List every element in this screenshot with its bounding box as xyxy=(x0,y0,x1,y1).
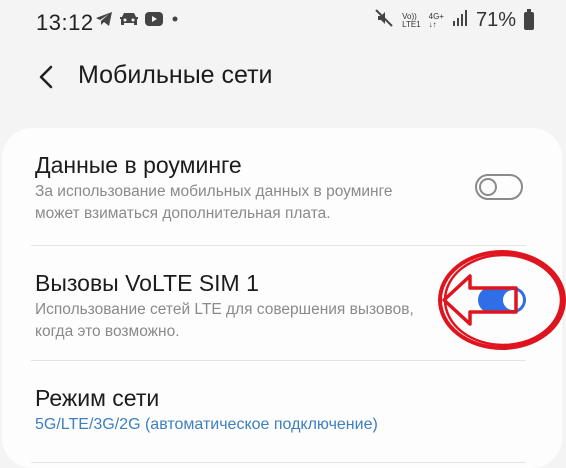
roaming-toggle[interactable] xyxy=(475,174,523,200)
settings-card: Данные в роуминге За использование мобил… xyxy=(2,128,562,468)
telegram-icon xyxy=(95,11,113,32)
car-icon xyxy=(119,11,139,32)
setting-description: За использование мобильных данных в роум… xyxy=(35,183,393,222)
setting-title: Режим сети xyxy=(35,385,160,411)
network-type-indicator: 4G+ ↓↑ xyxy=(428,11,444,29)
setting-description: Использование сетей LTE для совершения в… xyxy=(35,301,414,340)
page-title: Мобильные сети xyxy=(78,61,273,89)
battery-icon xyxy=(524,8,534,30)
divider xyxy=(31,462,526,463)
dot-icon xyxy=(169,12,181,31)
chevron-left-icon xyxy=(39,65,53,89)
setting-row-network-mode[interactable]: Режим сети 5G/LTE/3G/2G (автоматическое … xyxy=(2,361,562,468)
battery-percent: 71% xyxy=(475,9,516,31)
status-time: 13:12 xyxy=(36,10,94,35)
header: Мобильные сети xyxy=(0,52,566,102)
youtube-icon xyxy=(145,12,163,31)
mute-icon xyxy=(374,8,394,33)
setting-row-volte[interactable]: Вызовы VoLTE SIM 1 Использование сетей L… xyxy=(2,246,562,362)
setting-row-roaming[interactable]: Данные в роуминге За использование мобил… xyxy=(2,128,562,246)
notification-icons xyxy=(95,11,181,32)
signal-icon xyxy=(452,9,468,32)
back-button[interactable] xyxy=(32,62,62,92)
volte-toggle[interactable] xyxy=(478,287,526,313)
toggle-knob xyxy=(501,288,525,312)
setting-subtitle: 5G/LTE/3G/2G (автоматическое подключение… xyxy=(35,416,378,433)
setting-title: Вызовы VoLTE SIM 1 xyxy=(35,270,259,296)
status-bar: 13:12 Vo)) LTE1 4G+ ↓↑ 71% xyxy=(0,0,566,44)
toggle-knob xyxy=(479,178,497,196)
status-right: Vo)) LTE1 4G+ ↓↑ 71% xyxy=(374,8,534,33)
setting-title: Данные в роуминге xyxy=(35,152,242,178)
volte-indicator: Vo)) LTE1 xyxy=(402,11,421,29)
